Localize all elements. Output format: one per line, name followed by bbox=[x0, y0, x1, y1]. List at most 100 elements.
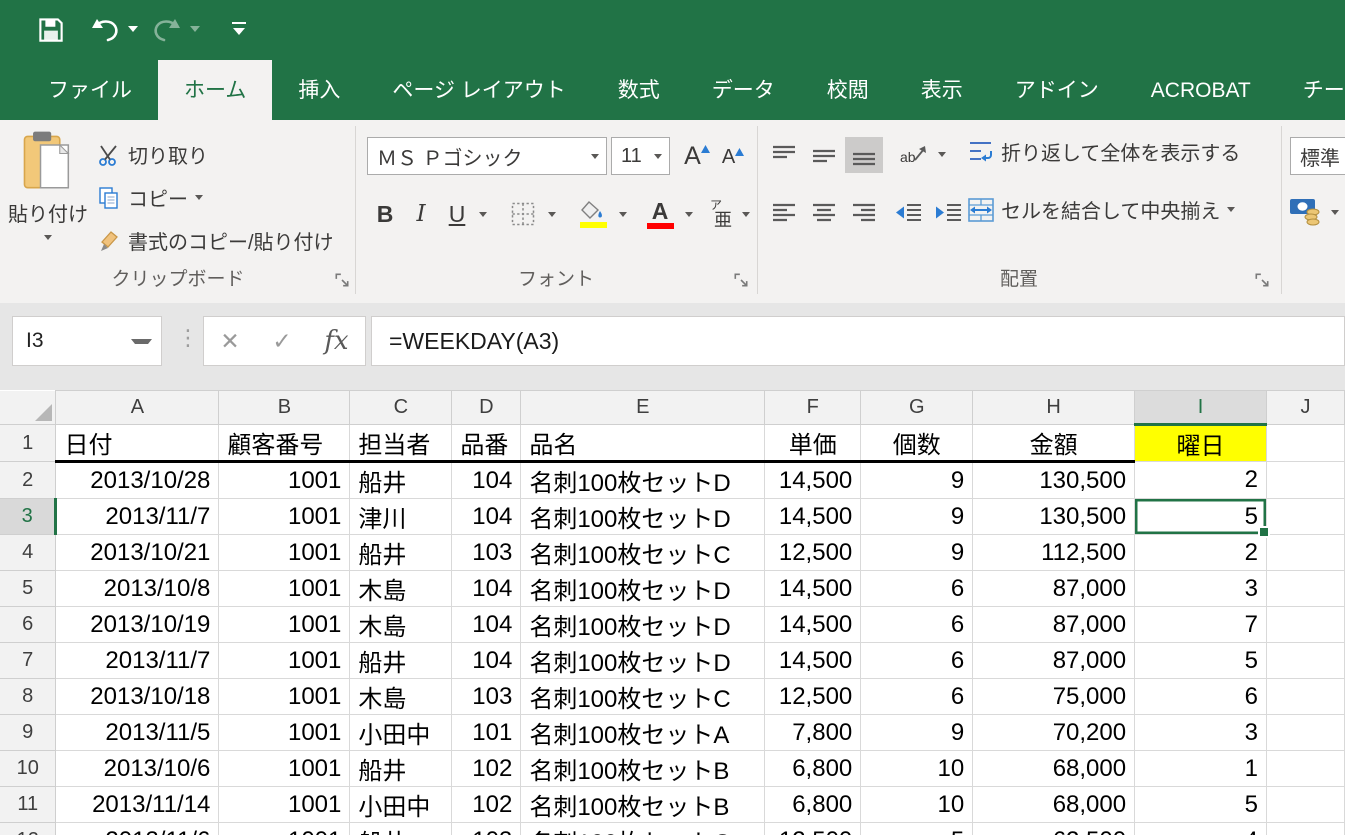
fill-color-button[interactable] bbox=[572, 192, 614, 236]
cell-D3[interactable]: 104 bbox=[452, 499, 521, 535]
cell-B7[interactable]: 1001 bbox=[219, 643, 350, 679]
row-header-9[interactable]: 9 bbox=[0, 715, 56, 751]
format-painter-button[interactable]: 書式のコピー/貼り付け bbox=[97, 226, 334, 255]
cell-J8[interactable] bbox=[1267, 679, 1345, 715]
underline-dropdown[interactable] bbox=[479, 212, 487, 217]
cell-J10[interactable] bbox=[1267, 751, 1345, 787]
row-header-11[interactable]: 11 bbox=[0, 787, 56, 823]
cell-E12[interactable]: 名刺100枚セットC bbox=[521, 823, 765, 835]
cell-I11[interactable]: 5 bbox=[1135, 787, 1267, 823]
cell-D10[interactable]: 102 bbox=[452, 751, 521, 787]
row-header-5[interactable]: 5 bbox=[0, 571, 56, 607]
select-all-corner[interactable] bbox=[0, 391, 56, 425]
align-right-button[interactable] bbox=[845, 195, 883, 231]
tab-acrobat[interactable]: ACROBAT bbox=[1125, 60, 1277, 120]
row-header-6[interactable]: 6 bbox=[0, 607, 56, 643]
decrease-font-size-button[interactable]: A bbox=[716, 140, 750, 175]
cell-G1[interactable]: 個数 bbox=[861, 425, 973, 462]
cell-I2[interactable]: 2 bbox=[1135, 462, 1267, 499]
cell-A1[interactable]: 日付 bbox=[56, 425, 219, 462]
phonetic-button[interactable]: ア 亜 bbox=[706, 192, 740, 236]
cell-I3[interactable]: 5 bbox=[1135, 499, 1267, 535]
paste-dropdown[interactable] bbox=[44, 235, 52, 240]
row-header-2[interactable]: 2 bbox=[0, 462, 56, 499]
cell-E2[interactable]: 名刺100枚セットD bbox=[521, 462, 765, 499]
cell-B6[interactable]: 1001 bbox=[219, 607, 350, 643]
cell-G12[interactable]: 5 bbox=[861, 823, 973, 835]
borders-dropdown[interactable] bbox=[548, 212, 556, 217]
cell-F11[interactable]: 6,800 bbox=[765, 787, 861, 823]
cell-C9[interactable]: 小田中 bbox=[350, 715, 452, 751]
font-color-dropdown[interactable] bbox=[685, 212, 693, 217]
cell-F2[interactable]: 14,500 bbox=[765, 462, 861, 499]
cell-F3[interactable]: 14,500 bbox=[765, 499, 861, 535]
cell-G10[interactable]: 10 bbox=[861, 751, 973, 787]
tab-insert[interactable]: 挿入 bbox=[272, 60, 366, 120]
column-header-J[interactable]: J bbox=[1267, 391, 1345, 425]
cell-E6[interactable]: 名刺100枚セットD bbox=[521, 607, 765, 643]
cell-B1[interactable]: 顧客番号 bbox=[219, 425, 350, 462]
cell-D7[interactable]: 104 bbox=[452, 643, 521, 679]
column-header-G[interactable]: G bbox=[861, 391, 973, 425]
borders-button[interactable] bbox=[503, 195, 543, 233]
align-bottom-button[interactable] bbox=[845, 137, 883, 173]
cell-J2[interactable] bbox=[1267, 462, 1345, 499]
cell-D12[interactable]: 103 bbox=[452, 823, 521, 835]
cell-E1[interactable]: 品名 bbox=[521, 425, 765, 462]
orientation-dropdown[interactable] bbox=[938, 152, 946, 157]
fill-color-dropdown[interactable] bbox=[619, 212, 627, 217]
cell-J6[interactable] bbox=[1267, 607, 1345, 643]
cell-J12[interactable] bbox=[1267, 823, 1345, 835]
row-header-12[interactable]: 12 bbox=[0, 823, 56, 835]
alignment-dialog-launcher[interactable] bbox=[1254, 272, 1270, 288]
cell-H7[interactable]: 87,000 bbox=[973, 643, 1135, 679]
underline-button[interactable]: U bbox=[440, 195, 474, 233]
insert-function-button[interactable]: fx bbox=[324, 326, 348, 356]
cell-J5[interactable] bbox=[1267, 571, 1345, 607]
save-button[interactable] bbox=[32, 12, 70, 48]
tab-formulas[interactable]: 数式 bbox=[592, 60, 686, 120]
cell-E9[interactable]: 名刺100枚セットA bbox=[521, 715, 765, 751]
cell-C8[interactable]: 木島 bbox=[350, 679, 452, 715]
tab-review[interactable]: 校閲 bbox=[801, 60, 895, 120]
orientation-button[interactable]: ab bbox=[893, 137, 933, 173]
cell-D6[interactable]: 104 bbox=[452, 607, 521, 643]
cell-F4[interactable]: 12,500 bbox=[765, 535, 861, 571]
phonetic-dropdown[interactable] bbox=[742, 212, 750, 217]
cut-button[interactable]: 切り取り bbox=[97, 140, 208, 169]
cell-E5[interactable]: 名刺100枚セットD bbox=[521, 571, 765, 607]
cell-I5[interactable]: 3 bbox=[1135, 571, 1267, 607]
tab-home[interactable]: ホーム bbox=[158, 60, 272, 120]
paste-button[interactable]: 貼り付け bbox=[8, 130, 88, 262]
cell-E4[interactable]: 名刺100枚セットC bbox=[521, 535, 765, 571]
cell-F8[interactable]: 12,500 bbox=[765, 679, 861, 715]
cell-I4[interactable]: 2 bbox=[1135, 535, 1267, 571]
tab-view[interactable]: 表示 bbox=[895, 60, 989, 120]
tab-page-layout[interactable]: ページ レイアウト bbox=[366, 60, 591, 120]
cell-B8[interactable]: 1001 bbox=[219, 679, 350, 715]
cell-J9[interactable] bbox=[1267, 715, 1345, 751]
cell-J4[interactable] bbox=[1267, 535, 1345, 571]
cell-C2[interactable]: 船井 bbox=[350, 462, 452, 499]
cell-E7[interactable]: 名刺100枚セットD bbox=[521, 643, 765, 679]
tab-data[interactable]: データ bbox=[686, 60, 801, 120]
cell-F6[interactable]: 14,500 bbox=[765, 607, 861, 643]
cell-F10[interactable]: 6,800 bbox=[765, 751, 861, 787]
formula-bar-handle[interactable]: ⋮ bbox=[177, 325, 199, 351]
cell-H10[interactable]: 68,000 bbox=[973, 751, 1135, 787]
cell-C12[interactable]: 船井 bbox=[350, 823, 452, 835]
column-header-A[interactable]: A bbox=[56, 391, 219, 425]
name-box-dropdown[interactable] bbox=[131, 339, 152, 344]
cell-H11[interactable]: 68,000 bbox=[973, 787, 1135, 823]
cell-A8[interactable]: 2013/10/18 bbox=[56, 679, 219, 715]
cell-A12[interactable]: 2013/11/6 bbox=[56, 823, 219, 835]
fill-handle[interactable] bbox=[1258, 526, 1270, 538]
column-header-E[interactable]: E bbox=[521, 391, 765, 425]
align-top-button[interactable] bbox=[765, 137, 803, 173]
cell-A7[interactable]: 2013/11/7 bbox=[56, 643, 219, 679]
cell-I10[interactable]: 1 bbox=[1135, 751, 1267, 787]
cell-B11[interactable]: 1001 bbox=[219, 787, 350, 823]
cell-D5[interactable]: 104 bbox=[452, 571, 521, 607]
row-header-1[interactable]: 1 bbox=[0, 425, 56, 462]
cell-A4[interactable]: 2013/10/21 bbox=[56, 535, 219, 571]
